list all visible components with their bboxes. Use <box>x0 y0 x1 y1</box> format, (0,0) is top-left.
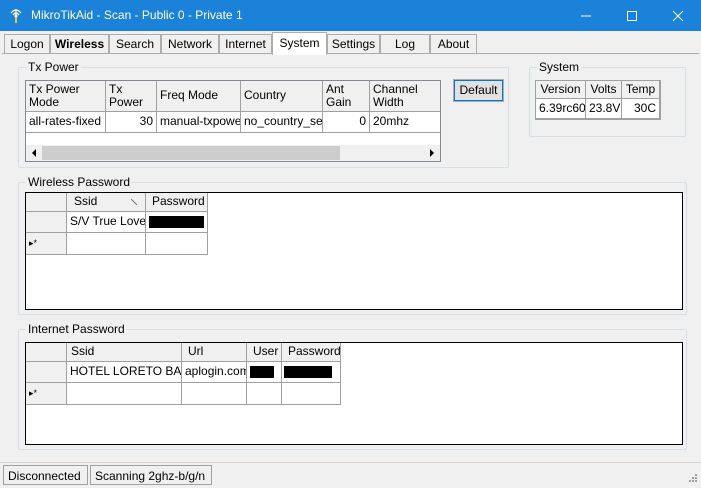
col-ant-gain[interactable]: Ant Gain <box>323 81 370 112</box>
cell-channel-width[interactable]: 20mhz <box>370 112 440 133</box>
col-tx-power-mode[interactable]: Tx Power Mode <box>26 81 106 112</box>
cell-password[interactable] <box>146 212 208 233</box>
col-version: Version <box>536 81 586 99</box>
close-button[interactable] <box>655 0 701 31</box>
scrollbar-thumb[interactable] <box>42 146 340 160</box>
tx-power-group-label: Tx Power <box>26 60 81 74</box>
internet-corner-header <box>26 343 67 362</box>
minimize-button[interactable] <box>563 0 609 31</box>
cell-version: 6.39rc60 <box>536 99 586 119</box>
internet-password-group-label: Internet Password <box>26 322 127 336</box>
internet-new-row-url[interactable] <box>182 383 247 405</box>
col-ssid-label: Ssid <box>74 194 98 208</box>
status-bar: Disconnected Scanning 2ghz-b/g/n <box>0 462 701 488</box>
tab-system[interactable]: System <box>272 32 327 55</box>
system-grid: Version Volts Temp 6.39rc60 23.8V 30C <box>535 80 661 120</box>
col-internet-ssid[interactable]: Ssid <box>67 343 182 362</box>
new-row-password[interactable] <box>146 233 208 255</box>
tab-log[interactable]: Log <box>380 34 430 53</box>
cell-tx-power-mode[interactable]: all-rates-fixed <box>26 112 106 133</box>
internet-new-row-marker[interactable]: ▸* <box>26 383 67 405</box>
redacted-internet-password <box>284 366 332 378</box>
col-freq-mode[interactable]: Freq Mode <box>157 81 241 112</box>
col-internet-password[interactable]: Password <box>282 343 341 362</box>
col-country[interactable]: Country <box>241 81 323 112</box>
cell-user[interactable] <box>247 362 282 383</box>
redacted-user <box>250 366 274 378</box>
col-password[interactable]: Password <box>146 193 208 212</box>
tab-strip: Logon Wireless Search Network Internet S… <box>0 31 701 55</box>
col-temp: Temp <box>622 81 660 99</box>
internet-new-row-user[interactable] <box>247 383 282 405</box>
cell-volts: 23.8V <box>586 99 622 119</box>
maximize-button[interactable] <box>609 0 655 31</box>
tab-internet[interactable]: Internet <box>219 34 272 53</box>
wireless-password-group-label: Wireless Password <box>26 175 133 189</box>
new-row-marker[interactable]: ▸* <box>26 233 67 255</box>
row-header[interactable] <box>26 212 67 233</box>
tab-settings[interactable]: Settings <box>327 34 380 53</box>
cell-ssid[interactable]: S/V True Love <box>67 212 146 233</box>
close-icon <box>672 10 684 22</box>
tab-logon[interactable]: Logon <box>4 34 50 53</box>
scroll-left-icon[interactable] <box>30 149 38 157</box>
system-group-label: System <box>537 60 582 74</box>
col-user[interactable]: User <box>247 343 282 362</box>
cell-freq-mode[interactable]: manual-txpower <box>157 112 241 133</box>
col-ssid[interactable]: Ssid <box>67 193 146 212</box>
minimize-icon <box>581 15 591 17</box>
tab-about[interactable]: About <box>430 34 477 53</box>
tx-power-grid[interactable]: Tx Power Mode Tx Power Freq Mode Country… <box>25 80 441 162</box>
col-url[interactable]: Url <box>182 343 247 362</box>
horizontal-scrollbar[interactable] <box>26 145 440 161</box>
col-channel-width[interactable]: Channel Width <box>370 81 440 112</box>
cell-internet-password[interactable] <box>282 362 341 383</box>
status-connection: Disconnected <box>3 465 88 485</box>
col-volts: Volts <box>586 81 622 99</box>
internet-password-grid[interactable]: Ssid Url User Password HOTEL LORETO BAY … <box>25 342 683 445</box>
internet-new-row-password[interactable] <box>282 383 341 405</box>
cell-tx-power[interactable]: 30 <box>106 112 157 133</box>
internet-new-row-ssid[interactable] <box>67 383 182 405</box>
tab-wireless[interactable]: Wireless <box>50 34 109 53</box>
title-bar[interactable]: MikroTikAid - Scan - Public 0 - Private … <box>0 0 701 31</box>
cell-temp: 30C <box>622 99 660 119</box>
tab-network[interactable]: Network <box>161 34 219 53</box>
col-tx-power[interactable]: Tx Power <box>106 81 157 112</box>
status-scanning: Scanning 2ghz-b/g/n <box>90 465 212 485</box>
cell-ant-gain[interactable]: 0 <box>323 112 370 133</box>
sort-icon <box>131 199 137 205</box>
wireless-corner-header <box>26 193 67 212</box>
cell-internet-ssid[interactable]: HOTEL LORETO BAY <box>67 362 182 383</box>
resize-grip-icon[interactable] <box>686 473 698 485</box>
cell-url[interactable]: aplogin.com <box>182 362 247 383</box>
scroll-right-icon[interactable] <box>428 149 436 157</box>
new-row-ssid[interactable] <box>67 233 146 255</box>
window-title: MikroTikAid - Scan - Public 0 - Private … <box>31 8 243 22</box>
wireless-password-grid[interactable]: Ssid Password S/V True Love ▸* <box>25 192 683 310</box>
tab-baseline <box>2 53 699 54</box>
maximize-icon <box>627 11 637 21</box>
internet-row-header[interactable] <box>26 362 67 383</box>
app-icon <box>10 9 22 23</box>
tab-search[interactable]: Search <box>109 34 161 53</box>
redacted-password <box>149 216 204 228</box>
cell-country[interactable]: no_country_set <box>241 112 323 133</box>
default-button[interactable]: Default <box>453 79 504 102</box>
